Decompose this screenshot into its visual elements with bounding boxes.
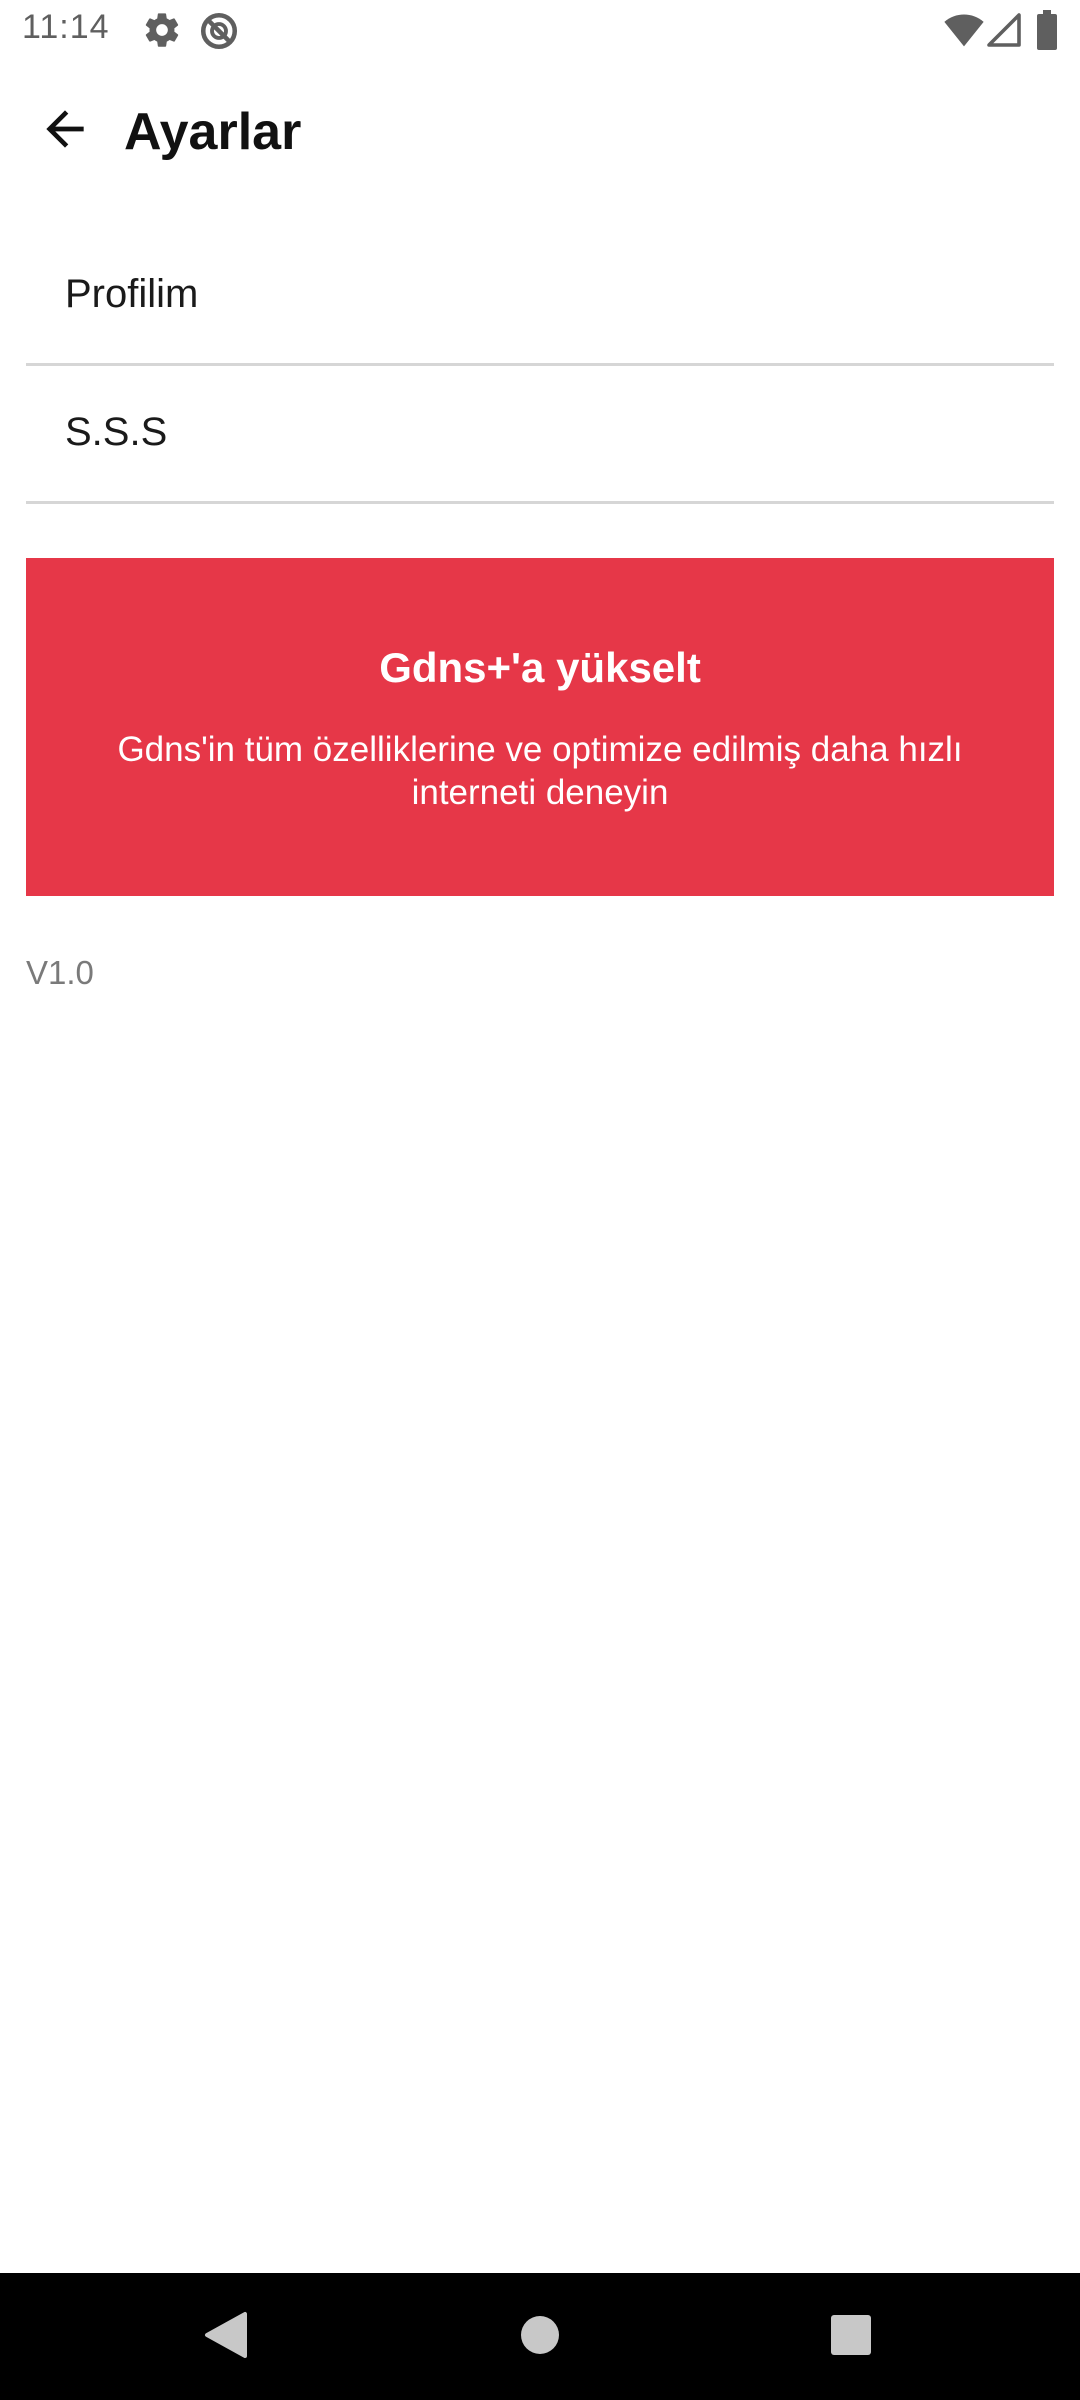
app-bar: Ayarlar [0,62,1080,208]
recents-square-icon [830,2314,872,2361]
app-version: V1.0 [26,954,94,991]
status-bar: 11:14 [0,0,1080,62]
wifi-icon [944,12,984,53]
arrow-left-icon [37,101,93,162]
menu-item-profile[interactable]: Profilim [26,230,1054,366]
menu-item-label: S.S.S [65,410,168,454]
gear-icon [142,10,182,55]
menu-item-faq[interactable]: S.S.S [26,368,1054,504]
battery-icon [1036,10,1058,55]
upgrade-promo-card[interactable]: Gdns+'a yükselt Gdns'in tüm özelliklerin… [26,558,1054,896]
promo-description: Gdns'in tüm özelliklerine ve optimize ed… [117,730,963,812]
menu-item-label: Profilim [65,272,199,316]
nav-recents-button[interactable] [811,2297,891,2377]
do-not-disturb-icon [198,10,240,57]
nav-back-button[interactable] [186,2297,266,2377]
status-time: 11:14 [22,8,110,46]
back-triangle-icon [203,2310,249,2365]
cell-signal-icon [986,12,1022,53]
nav-home-button[interactable] [500,2297,580,2377]
system-nav-bar [0,2273,1080,2400]
promo-title: Gdns+'a yükselt [379,644,701,691]
home-circle-icon [519,2314,561,2361]
back-button[interactable] [26,92,104,170]
page-title: Ayarlar [124,103,302,161]
